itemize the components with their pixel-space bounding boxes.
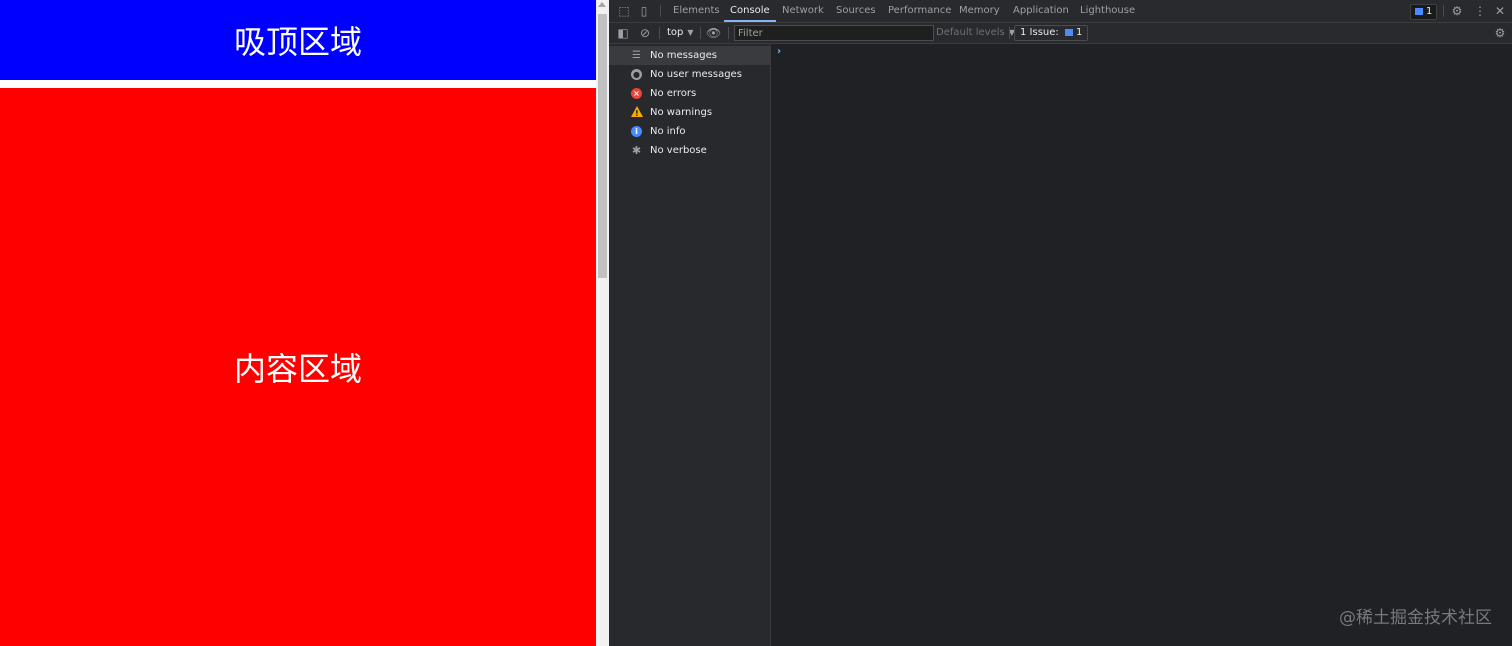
sidebar-toggle-icon[interactable]: ◧: [616, 26, 630, 40]
sidebar-item-messages[interactable]: ☰ No messages: [609, 46, 770, 65]
console-sidebar: ☰ No messages ● No user messages × No er…: [609, 44, 771, 646]
content-area: 内容区域: [0, 88, 596, 646]
page-scrollbar[interactable]: [596, 0, 609, 646]
tab-lighthouse[interactable]: Lighthouse: [1080, 0, 1135, 22]
tab-separator: [660, 5, 661, 17]
info-icon: i: [631, 126, 642, 137]
inspect-element-icon[interactable]: ⬚: [617, 4, 631, 18]
toolbar-separator: [728, 27, 729, 39]
console-settings-gear-icon[interactable]: ⚙: [1493, 26, 1507, 40]
warning-icon: !: [631, 106, 643, 118]
eye-icon[interactable]: 👁: [706, 26, 721, 40]
tab-memory[interactable]: Memory: [959, 0, 1000, 22]
web-page: 吸顶区域 内容区域: [0, 0, 596, 646]
toolbar-separator: [659, 27, 660, 39]
user-icon: ●: [631, 69, 642, 80]
scroll-up-arrow-icon[interactable]: [598, 2, 606, 7]
watermark: @稀土掘金技术社区: [1339, 608, 1492, 628]
page-scrollbar-thumb[interactable]: [598, 14, 607, 278]
tab-sources[interactable]: Sources: [836, 0, 876, 22]
context-selector[interactable]: top ▼: [667, 26, 694, 40]
more-options-icon[interactable]: ⋮: [1473, 4, 1487, 18]
tab-network[interactable]: Network: [782, 0, 824, 22]
tab-console[interactable]: Console: [724, 0, 776, 22]
list-icon: ☰: [632, 50, 641, 61]
sidebar-item-info[interactable]: i No info: [609, 122, 770, 141]
console-toolbar: ◧ ⊘ top▼ 👁 Default levels▼ 1 Issue: 1 ⚙: [609, 23, 1512, 44]
toolbar-separator: [700, 27, 701, 39]
console-prompt[interactable]: ›: [777, 46, 781, 57]
bug-icon: ✱: [631, 144, 642, 157]
gear-icon[interactable]: ⚙: [1450, 4, 1464, 18]
sticky-header-text: 吸顶区域: [233, 23, 362, 61]
dropdown-caret-icon: ▼: [687, 28, 694, 37]
devtools-tab-bar: ⬚ ▯ Elements Console Network Sources Per…: [609, 0, 1512, 23]
messages-badge[interactable]: 1: [1410, 4, 1438, 20]
issue-flag-icon: [1064, 29, 1073, 36]
tab-separator: [1443, 5, 1444, 17]
sidebar-item-errors[interactable]: × No errors: [609, 84, 770, 103]
message-flag-icon: [1415, 8, 1423, 15]
content-area-text: 内容区域: [233, 350, 362, 388]
sidebar-item-verbose[interactable]: ✱ No verbose: [609, 141, 770, 160]
error-icon: ×: [631, 88, 642, 99]
console-output[interactable]: ›: [771, 44, 1512, 646]
sidebar-item-warnings[interactable]: ! No warnings: [609, 103, 770, 122]
filter-input[interactable]: [734, 25, 934, 41]
toolbar-separator: [1009, 27, 1010, 39]
device-toolbar-icon[interactable]: ▯: [637, 4, 651, 18]
sidebar-item-user-messages[interactable]: ● No user messages: [609, 65, 770, 84]
close-icon[interactable]: ✕: [1493, 4, 1507, 18]
issues-button[interactable]: 1 Issue: 1: [1014, 25, 1089, 41]
devtools-panel: ⬚ ▯ Elements Console Network Sources Per…: [609, 0, 1512, 646]
tab-application[interactable]: Application: [1013, 0, 1069, 22]
clear-console-icon[interactable]: ⊘: [638, 26, 652, 40]
log-levels-dropdown[interactable]: Default levels ▼: [936, 26, 1015, 40]
tab-performance[interactable]: Performance: [888, 0, 951, 22]
tab-elements[interactable]: Elements: [673, 0, 720, 22]
sticky-header-area: 吸顶区域: [0, 0, 596, 80]
